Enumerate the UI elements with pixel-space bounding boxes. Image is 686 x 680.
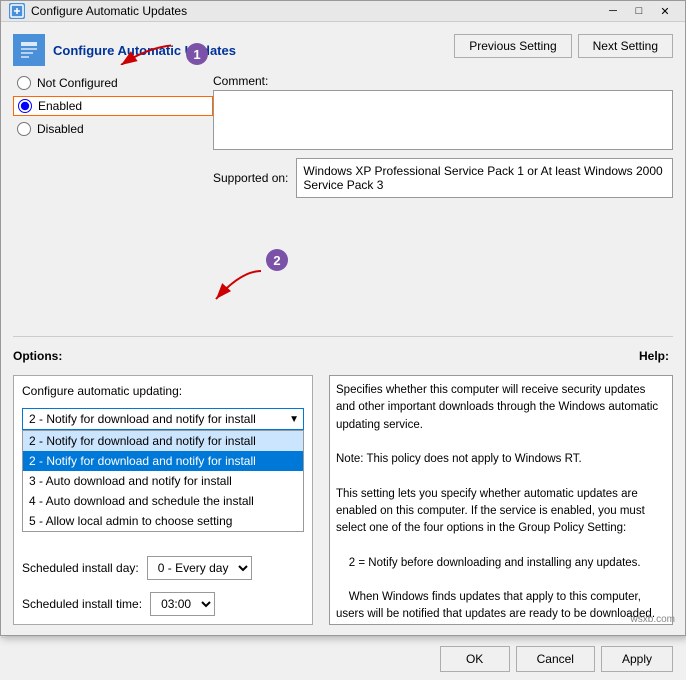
disabled-label: Disabled [37, 122, 84, 136]
policy-title: Configure Automatic Updates [53, 43, 236, 58]
maximize-button[interactable]: □ [627, 1, 651, 21]
header-buttons: Previous Setting Next Setting [454, 34, 673, 58]
apply-button[interactable]: Apply [601, 646, 673, 672]
dropdown-item-3[interactable]: 3 - Auto download and notify for install [23, 471, 303, 491]
comment-label: Comment: [213, 74, 673, 88]
policy-icon [13, 34, 45, 66]
supported-label: Supported on: [213, 171, 288, 185]
window-controls: ─ □ ✕ [601, 1, 677, 21]
options-title: Options: [13, 349, 62, 363]
next-setting-button[interactable]: Next Setting [578, 34, 673, 58]
dropdown-item-4[interactable]: 4 - Auto download and schedule the insta… [23, 491, 303, 511]
minimize-button[interactable]: ─ [601, 1, 625, 21]
enabled-option[interactable]: Enabled [13, 96, 213, 116]
help-title: Help: [639, 349, 669, 363]
dropdown-item-2a[interactable]: 2 - Notify for download and notify for i… [23, 431, 303, 451]
options-section: Configure automatic updating: 2 - Notify… [13, 375, 313, 625]
close-button[interactable]: ✕ [653, 1, 677, 21]
dropdown-item-2b[interactable]: 2 - Notify for download and notify for i… [23, 451, 303, 471]
schedule-day-row: Scheduled install day: 0 - Every day [22, 556, 304, 580]
help-section: Specifies whether this computer will rec… [329, 375, 673, 625]
window-title: Configure Automatic Updates [31, 4, 187, 18]
help-text: Specifies whether this computer will rec… [329, 375, 673, 625]
window-icon [9, 3, 25, 19]
enabled-radio[interactable] [18, 99, 32, 113]
dropdown-container: 2 - Notify for download and notify for i… [22, 408, 304, 540]
dropdown-chevron-icon: ▼ [289, 414, 299, 425]
configure-label: Configure automatic updating: [22, 384, 304, 398]
not-configured-option[interactable]: Not Configured [13, 74, 213, 92]
comment-input[interactable] [213, 90, 673, 150]
schedule-time-row: Scheduled install time: 03:00 [22, 592, 304, 616]
not-configured-label: Not Configured [37, 76, 118, 90]
radio-group: Not Configured Enabled Disabled [13, 74, 213, 138]
enabled-label: Enabled [38, 99, 82, 113]
schedule-day-select[interactable]: 0 - Every day [147, 556, 252, 580]
annotation-badge-1: 1 [186, 43, 208, 65]
dropdown-list: 2 - Notify for download and notify for i… [22, 430, 304, 532]
ok-button[interactable]: OK [440, 646, 510, 672]
not-configured-radio[interactable] [17, 76, 31, 90]
annotation-badge-2: 2 [266, 249, 288, 271]
disabled-option[interactable]: Disabled [13, 120, 213, 138]
watermark: wsxb.com [631, 614, 675, 625]
footer: OK Cancel Apply [1, 637, 685, 680]
title-bar: Configure Automatic Updates ─ □ ✕ [1, 1, 685, 22]
cancel-button[interactable]: Cancel [516, 646, 595, 672]
dropdown-item-5[interactable]: 5 - Allow local admin to choose setting [23, 511, 303, 531]
supported-value: Windows XP Professional Service Pack 1 o… [296, 158, 673, 198]
schedule-time-label: Scheduled install time: [22, 597, 142, 611]
previous-setting-button[interactable]: Previous Setting [454, 34, 571, 58]
dropdown-selected[interactable]: 2 - Notify for download and notify for i… [22, 408, 304, 430]
schedule-day-label: Scheduled install day: [22, 561, 139, 575]
schedule-time-select[interactable]: 03:00 [150, 592, 215, 616]
disabled-radio[interactable] [17, 122, 31, 136]
